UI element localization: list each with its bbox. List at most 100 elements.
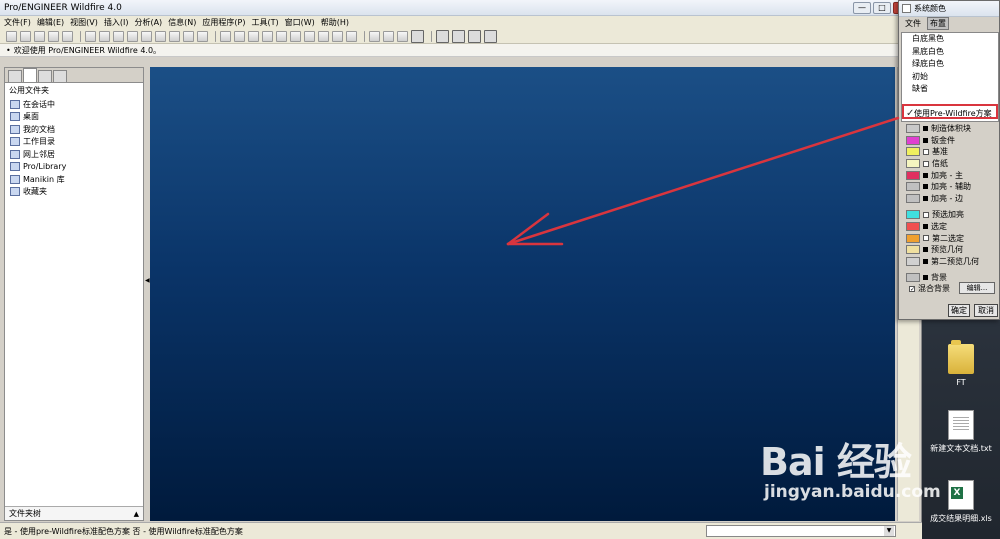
reorient-icon[interactable] bbox=[304, 30, 315, 42]
menu-item-white-on-green[interactable]: 绿底白色 bbox=[902, 58, 998, 71]
nav-item-manikin[interactable]: Manikin 库 bbox=[5, 173, 143, 186]
select-dropdown-icon[interactable] bbox=[197, 30, 208, 42]
cancel-button[interactable]: 取消 bbox=[974, 304, 998, 317]
checkbox[interactable] bbox=[923, 160, 929, 167]
coordinate-systems-icon[interactable] bbox=[484, 29, 497, 43]
checkbox[interactable] bbox=[923, 148, 929, 155]
no-hidden-icon[interactable] bbox=[397, 30, 408, 42]
menu-window[interactable]: 窗口(W) bbox=[285, 17, 315, 28]
blend-background-row[interactable]: ✓ 混合背景 bbox=[909, 283, 950, 295]
color-swatch-button[interactable] bbox=[906, 256, 920, 266]
redo-icon[interactable] bbox=[99, 30, 110, 42]
shading-icon[interactable] bbox=[411, 29, 424, 43]
menu-item-default[interactable]: 缺省 bbox=[902, 83, 998, 96]
dialog-menu-file[interactable]: 文件 bbox=[903, 18, 923, 29]
maximize-button[interactable]: □ bbox=[873, 1, 891, 14]
color-swatch-button[interactable] bbox=[906, 124, 920, 134]
nav-item-my-documents[interactable]: 我的文档 bbox=[5, 123, 143, 136]
datum-points-icon[interactable] bbox=[468, 29, 481, 43]
color-row[interactable]: 加亮 - 主 bbox=[906, 169, 1000, 181]
email-icon[interactable] bbox=[62, 30, 73, 42]
connections-tab-icon[interactable] bbox=[53, 70, 67, 82]
view-manager-icon[interactable] bbox=[346, 30, 357, 42]
wireframe-icon[interactable] bbox=[369, 30, 380, 42]
dialog-menu-layout[interactable]: 布置 bbox=[927, 17, 949, 30]
nav-item-desktop[interactable]: 桌面 bbox=[5, 111, 143, 124]
menu-insert[interactable]: 插入(I) bbox=[104, 17, 129, 28]
navigator-splitter[interactable]: ◀ bbox=[145, 67, 150, 521]
minimize-button[interactable]: — bbox=[853, 1, 871, 14]
nav-item-favorites[interactable]: 收藏夹 bbox=[5, 186, 143, 199]
undo-icon[interactable] bbox=[85, 30, 96, 42]
edit-button[interactable]: 编辑... bbox=[959, 282, 995, 294]
save-icon[interactable] bbox=[34, 30, 45, 42]
spin-center-icon[interactable] bbox=[234, 30, 245, 42]
new-file-icon[interactable] bbox=[6, 30, 17, 42]
color-row[interactable]: 第二预览几何 bbox=[906, 256, 1000, 268]
regenerate-icon[interactable] bbox=[169, 30, 180, 42]
color-swatch-button[interactable] bbox=[906, 182, 920, 192]
ok-button[interactable]: 确定 bbox=[948, 304, 970, 317]
layers-icon[interactable] bbox=[332, 30, 343, 42]
color-swatch-button[interactable] bbox=[906, 273, 920, 283]
nav-item-network[interactable]: 网上邻居 bbox=[5, 148, 143, 161]
blend-background-checkbox[interactable]: ✓ bbox=[909, 285, 915, 292]
color-row[interactable]: 第二选定 bbox=[906, 232, 1000, 244]
color-row[interactable]: 预选加亮 bbox=[906, 209, 1000, 221]
cut-icon[interactable] bbox=[113, 30, 124, 42]
checkbox[interactable] bbox=[923, 235, 929, 242]
menu-info[interactable]: 信息(N) bbox=[168, 17, 196, 28]
nav-item-working-dir[interactable]: 工作目录 bbox=[5, 136, 143, 149]
menu-applications[interactable]: 应用程序(P) bbox=[202, 17, 245, 28]
find-icon[interactable] bbox=[183, 30, 194, 42]
datum-axes-icon[interactable] bbox=[452, 29, 465, 43]
color-row[interactable]: 钣金件 bbox=[906, 135, 1000, 147]
menu-edit[interactable]: 编辑(E) bbox=[37, 17, 64, 28]
color-swatch-button[interactable] bbox=[906, 147, 920, 157]
color-swatch-button[interactable] bbox=[906, 193, 920, 203]
menu-help[interactable]: 帮助(H) bbox=[321, 17, 349, 28]
color-swatch-button[interactable] bbox=[906, 222, 920, 232]
desktop-folder-icon[interactable]: FT bbox=[926, 340, 996, 388]
color-swatch-button[interactable] bbox=[906, 210, 920, 220]
repaint-icon[interactable] bbox=[220, 30, 231, 42]
color-swatch-button[interactable] bbox=[906, 170, 920, 180]
menu-item-black-on-white[interactable]: 白底黑色 bbox=[902, 33, 998, 46]
color-row[interactable]: 基准 bbox=[906, 146, 1000, 158]
color-swatch-button[interactable] bbox=[906, 245, 920, 255]
color-swatch-button[interactable] bbox=[906, 135, 920, 145]
color-row[interactable]: 信纸 bbox=[906, 158, 1000, 170]
model-tree-tab-icon[interactable] bbox=[8, 70, 22, 82]
zoom-out-icon[interactable] bbox=[276, 30, 287, 42]
folder-tree-toggle[interactable]: 文件夹树 ▲ bbox=[5, 506, 143, 520]
datum-planes-icon[interactable] bbox=[436, 29, 449, 43]
print-icon[interactable] bbox=[48, 30, 59, 42]
color-row[interactable]: 预览几何 bbox=[906, 244, 1000, 256]
menu-item-white-on-black[interactable]: 黑底白色 bbox=[902, 46, 998, 59]
menu-file[interactable]: 文件(F) bbox=[4, 17, 31, 28]
open-file-icon[interactable] bbox=[20, 30, 31, 42]
color-swatch-button[interactable] bbox=[906, 159, 920, 169]
menu-analysis[interactable]: 分析(A) bbox=[134, 17, 162, 28]
nav-item-pro-library[interactable]: Pro/Library bbox=[5, 161, 143, 174]
selection-filter-select[interactable]: ▼ bbox=[706, 525, 896, 537]
hidden-line-icon[interactable] bbox=[383, 30, 394, 42]
color-row[interactable]: 加亮 - 边 bbox=[906, 193, 1000, 205]
color-row[interactable]: 选定 bbox=[906, 221, 1000, 233]
menu-item-initial[interactable]: 初始 bbox=[902, 71, 998, 84]
favorites-tab-icon[interactable] bbox=[38, 70, 52, 82]
zoom-in-icon[interactable] bbox=[262, 30, 273, 42]
nav-item-in-session[interactable]: 在会话中 bbox=[5, 98, 143, 111]
checkbox[interactable] bbox=[923, 211, 929, 218]
copy-icon[interactable] bbox=[127, 30, 138, 42]
color-swatch-button[interactable] bbox=[906, 233, 920, 243]
paste-icon[interactable] bbox=[141, 30, 152, 42]
folder-browser-tab-icon[interactable] bbox=[23, 68, 37, 82]
paste-special-icon[interactable] bbox=[155, 30, 166, 42]
color-row[interactable]: 加亮 - 辅助 bbox=[906, 181, 1000, 193]
saved-views-icon[interactable] bbox=[318, 30, 329, 42]
refit-icon[interactable] bbox=[290, 30, 301, 42]
color-row[interactable]: 制造体积块 bbox=[906, 123, 1000, 135]
menu-item-pre-wildfire-scheme[interactable]: ✓ 使用Pre-Wildfire方案 bbox=[902, 104, 998, 119]
orient-mode-icon[interactable] bbox=[248, 30, 259, 42]
